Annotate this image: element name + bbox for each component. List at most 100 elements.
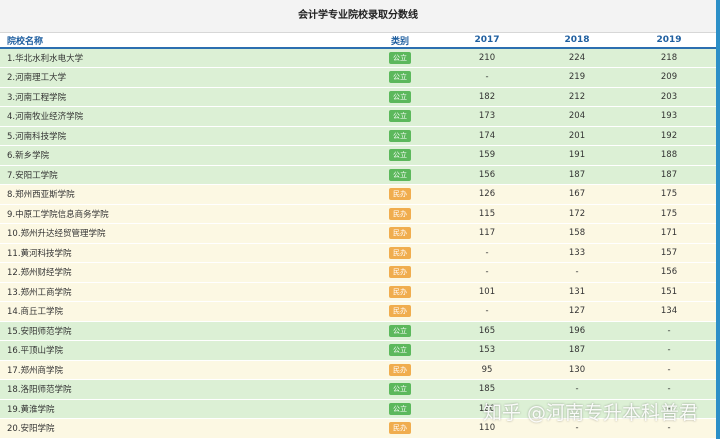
score-2019-cell: 134 [622, 301, 716, 322]
score-2019-cell: 193 [622, 106, 716, 127]
score-table-panel: 会计学专业院校录取分数线 院校名称 类别 2017 2018 2019 1.华北… [0, 0, 720, 439]
table-row[interactable]: 3.河南工程学院 公立 182 212 203 [0, 87, 716, 107]
score-2018-cell: 224 [532, 48, 622, 68]
table-row[interactable]: 18.洛阳师范学院 公立 185- - [0, 379, 716, 400]
table-row[interactable]: 5.河南科技学院 公立 174 201 192 [0, 126, 716, 146]
score-2017-cell: 95 [442, 360, 532, 380]
table-row[interactable]: 15.安阳师范学院 公立 165 196- [0, 321, 716, 341]
school-name-cell: 19.黄淮学院 [0, 399, 358, 419]
public-badge: 公立 [389, 168, 411, 181]
school-name-cell: 12.郑州财经学院 [0, 262, 358, 283]
score-2018-cell: 172 [532, 204, 622, 224]
school-name-cell: 4.河南牧业经济学院 [0, 106, 358, 127]
table-row[interactable]: 8.郑州西亚斯学院 民办 126 167 175 [0, 184, 716, 205]
type-cell: 公立 [358, 67, 442, 88]
table-row[interactable]: 9.中原工学院信息商务学院 民办 115 172 175 [0, 204, 716, 224]
score-2017-cell: 156 [442, 165, 532, 185]
table-title: 会计学专业院校录取分数线 [0, 0, 716, 33]
school-name-cell: 14.商丘工学院 [0, 301, 358, 322]
score-2019-cell: 188 [622, 145, 716, 166]
school-name-cell: 5.河南科技学院 [0, 126, 358, 146]
score-2017-cell: 153 [442, 340, 532, 361]
table-row[interactable]: 16.平顶山学院 公立 153 187- [0, 340, 716, 361]
score-2018-cell: 127 [532, 301, 622, 322]
score-2019-cell: 187 [622, 165, 716, 185]
score-2019-cell: 156 [622, 262, 716, 283]
score-2018-cell: 133 [532, 243, 622, 263]
score-2018-cell: 167 [532, 184, 622, 205]
score-2017-cell: 101 [442, 282, 532, 302]
score-2019-cell: - [622, 340, 716, 361]
header-type[interactable]: 类别 [358, 33, 442, 49]
type-cell: 民办 [358, 262, 442, 283]
school-name-cell: 1.华北水利水电大学 [0, 48, 358, 68]
score-2018-cell: - [532, 399, 622, 419]
table-row[interactable]: 14.商丘工学院 民办 -127 134 [0, 301, 716, 322]
type-cell: 民办 [358, 204, 442, 224]
table-header-row: 院校名称 类别 2017 2018 2019 [0, 33, 716, 49]
table-row[interactable]: 12.郑州财经学院 民办 - -156 [0, 262, 716, 283]
type-cell: 民办 [358, 301, 442, 322]
school-name-cell: 8.郑州西亚斯学院 [0, 184, 358, 205]
private-badge: 民办 [389, 363, 411, 376]
header-2017[interactable]: 2017 [442, 33, 532, 49]
table-row[interactable]: 4.河南牧业经济学院 公立 173 204 193 [0, 106, 716, 127]
score-2019-cell: - [622, 360, 716, 380]
score-2019-cell: 209 [622, 67, 716, 88]
type-cell: 公立 [358, 145, 442, 166]
header-2018[interactable]: 2018 [532, 33, 622, 49]
private-badge: 民办 [389, 285, 411, 298]
header-2019[interactable]: 2019 [622, 33, 716, 49]
public-badge: 公立 [389, 344, 411, 357]
table-row[interactable]: 7.安阳工学院 公立 156 187 187 [0, 165, 716, 185]
table-row[interactable]: 11.黄河科技学院 民办 -133 157 [0, 243, 716, 263]
public-badge: 公立 [389, 90, 411, 103]
school-name-cell: 17.郑州商学院 [0, 360, 358, 380]
public-badge: 公立 [389, 402, 411, 415]
header-school-name[interactable]: 院校名称 [0, 33, 358, 49]
table-row[interactable]: 10.郑州升达经贸管理学院 民办 117 158 171 [0, 223, 716, 244]
score-2017-cell: 210 [442, 48, 532, 68]
public-badge: 公立 [389, 52, 411, 64]
table-row[interactable]: 19.黄淮学院 公立 180- - [0, 399, 716, 419]
table-row[interactable]: 20.安阳学院 民办 110- - [0, 418, 716, 439]
table-row[interactable]: 1.华北水利水电大学 公立 210 224 218 [0, 48, 716, 68]
score-2018-cell: - [532, 379, 622, 400]
table-body: 1.华北水利水电大学 公立 210 224 218 2.河南理工大学 公立 -219 209 3.… [0, 48, 716, 439]
score-2019-cell: - [622, 379, 716, 400]
private-badge: 民办 [389, 246, 411, 259]
type-cell: 民办 [358, 360, 442, 380]
score-2019-cell: 175 [622, 204, 716, 224]
table-row[interactable]: 2.河南理工大学 公立 -219 209 [0, 67, 716, 88]
score-2017-cell: - [442, 262, 532, 283]
type-cell: 公立 [358, 321, 442, 341]
private-badge: 民办 [389, 422, 411, 435]
type-cell: 公立 [358, 379, 442, 400]
type-cell: 公立 [358, 340, 442, 361]
school-name-cell: 13.郑州工商学院 [0, 282, 358, 302]
school-name-cell: 16.平顶山学院 [0, 340, 358, 361]
score-2018-cell: 187 [532, 165, 622, 185]
score-2017-cell: 115 [442, 204, 532, 224]
school-name-cell: 2.河南理工大学 [0, 67, 358, 88]
type-cell: 公立 [358, 106, 442, 127]
score-2019-cell: - [622, 321, 716, 341]
public-badge: 公立 [389, 71, 411, 84]
type-cell: 民办 [358, 282, 442, 302]
score-2017-cell: 165 [442, 321, 532, 341]
table-row[interactable]: 6.新乡学院 公立 159 191 188 [0, 145, 716, 166]
score-2017-cell: 185 [442, 379, 532, 400]
public-badge: 公立 [389, 324, 411, 337]
score-2019-cell: 171 [622, 223, 716, 244]
table-row[interactable]: 17.郑州商学院 民办 95 130- [0, 360, 716, 380]
score-2017-cell: 117 [442, 223, 532, 244]
score-2018-cell: 191 [532, 145, 622, 166]
score-2017-cell: - [442, 67, 532, 88]
school-name-cell: 6.新乡学院 [0, 145, 358, 166]
type-cell: 公立 [358, 399, 442, 419]
score-2018-cell: 219 [532, 67, 622, 88]
score-2018-cell: 204 [532, 106, 622, 127]
table-row[interactable]: 13.郑州工商学院 民办 101 131 151 [0, 282, 716, 302]
type-cell: 民办 [358, 418, 442, 439]
type-cell: 公立 [358, 87, 442, 107]
